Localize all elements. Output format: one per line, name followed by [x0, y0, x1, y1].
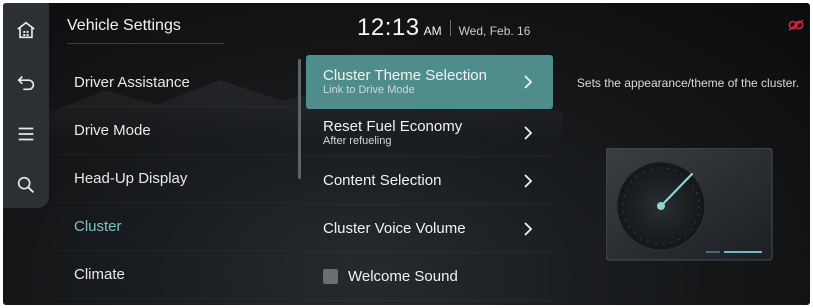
- category-list: Driver Assistance Drive Mode Head-Up Dis…: [57, 59, 293, 299]
- menu-button[interactable]: [11, 119, 41, 149]
- category-driver-assistance[interactable]: Driver Assistance: [57, 59, 293, 107]
- clock-date: Wed, Feb. 16: [458, 24, 531, 38]
- setting-label: Content Selection: [323, 172, 442, 189]
- category-label: Cluster: [74, 218, 122, 235]
- search-icon: [17, 176, 34, 193]
- screen-frame: Vehicle Settings 12:13 AM Wed, Feb. 16 D…: [3, 3, 810, 305]
- category-label: Climate: [74, 266, 125, 283]
- setting-sublabel: After refueling: [323, 134, 392, 147]
- page-title: Vehicle Settings: [67, 17, 181, 34]
- setting-label: Welcome Sound: [348, 268, 458, 285]
- setting-cluster-theme-selection[interactable]: Cluster Theme Selection Link to Drive Mo…: [306, 55, 553, 109]
- chevron-right-icon: [524, 221, 533, 236]
- setting-description: Sets the appearance/theme of the cluster…: [576, 76, 800, 90]
- link-status-icon: [788, 19, 804, 31]
- clock-ampm: AM: [423, 24, 442, 38]
- title-divider: [67, 43, 224, 44]
- list-scrollbar[interactable]: [298, 59, 301, 179]
- category-label: Driver Assistance: [74, 74, 190, 91]
- setting-content-selection[interactable]: Content Selection: [306, 157, 553, 205]
- category-head-up-display[interactable]: Head-Up Display: [57, 155, 293, 203]
- back-icon: [17, 75, 35, 91]
- side-rail: [3, 3, 49, 208]
- menu-icon: [18, 127, 34, 141]
- setting-label: Cluster Theme Selection: [323, 67, 487, 84]
- welcome-sound-checkbox[interactable]: [323, 269, 338, 284]
- setting-reset-fuel-economy[interactable]: Reset Fuel Economy After refueling: [306, 109, 553, 157]
- clock-separator: [449, 20, 451, 36]
- setting-sublabel: Link to Drive Mode: [323, 84, 415, 96]
- clock-time: 12:13: [357, 14, 420, 41]
- home-icon: [17, 21, 35, 39]
- back-button[interactable]: [11, 67, 41, 97]
- setting-label: Cluster Voice Volume: [323, 220, 466, 237]
- search-button[interactable]: [11, 170, 41, 200]
- setting-cluster-voice-volume[interactable]: Cluster Voice Volume: [306, 205, 553, 253]
- clock: 12:13 AM Wed, Feb. 16: [357, 14, 530, 42]
- cluster-theme-preview: [606, 148, 773, 261]
- category-label: Head-Up Display: [74, 170, 188, 187]
- chevron-right-icon: [524, 75, 533, 89]
- category-drive-mode[interactable]: Drive Mode: [57, 107, 293, 155]
- chevron-right-icon: [524, 125, 533, 140]
- category-label: Drive Mode: [74, 122, 151, 139]
- settings-list: Cluster Theme Selection Link to Drive Mo…: [306, 55, 553, 301]
- setting-label: Reset Fuel Economy: [323, 117, 463, 135]
- category-cluster[interactable]: Cluster: [57, 203, 293, 251]
- category-climate[interactable]: Climate: [57, 251, 293, 299]
- chevron-right-icon: [524, 173, 533, 188]
- home-button[interactable]: [11, 15, 41, 45]
- setting-welcome-sound[interactable]: Welcome Sound: [306, 253, 553, 301]
